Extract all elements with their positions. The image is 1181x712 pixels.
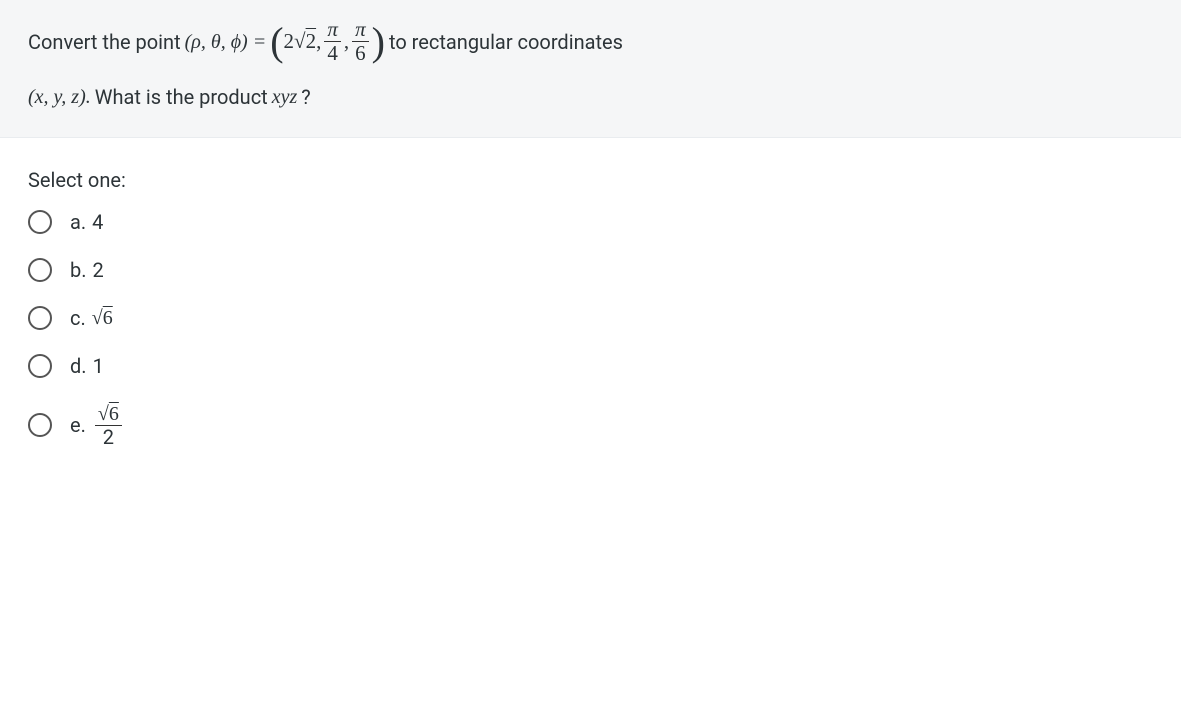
option-e-sqrt-arg: 6 [109, 403, 119, 425]
option-e-frac: √6 2 [95, 402, 122, 448]
theta-den: 4 [324, 42, 341, 65]
comma-1: , [316, 25, 321, 59]
option-c-letter: c. [70, 306, 86, 330]
line-break [28, 69, 1153, 77]
option-a-letter: a. [70, 210, 86, 234]
option-c-sqrt: √6 [92, 307, 113, 330]
option-c[interactable]: c. √6 [28, 306, 1153, 330]
question-tail: What is the product [95, 81, 268, 113]
option-d-letter: d. [70, 354, 87, 378]
tuple-lhs: (ρ, θ, ϕ) = [185, 26, 267, 58]
option-a-value: 4 [92, 210, 103, 234]
sqrt-arg: 2 [306, 29, 317, 53]
comma-2: , [344, 25, 349, 59]
rho-value: 2√2 [284, 25, 317, 59]
question-mid: to rectangular coordinates [389, 26, 623, 58]
option-b-label: b. 2 [70, 258, 104, 282]
phi-num: π [352, 18, 369, 42]
answer-section: Select one: a. 4 b. 2 c. √6 [0, 138, 1181, 478]
question-text: Convert the point (ρ, θ, ϕ) = ( 2√2 , π … [28, 18, 1153, 113]
rect-coords: (x, y, z). [28, 81, 91, 113]
option-c-sqrt-arg: 6 [103, 307, 113, 329]
phi-frac: π 6 [352, 18, 369, 65]
tuple-rhs: ( 2√2 , π 4 , π 6 ) [270, 18, 385, 65]
question-mark: ? [301, 81, 310, 113]
radio-b[interactable] [28, 258, 52, 282]
rho-coeff: 2 [284, 29, 295, 53]
question-prefix: Convert the point [28, 26, 181, 58]
option-b-letter: b. [70, 258, 87, 282]
option-c-label: c. √6 [70, 306, 113, 330]
option-b-value: 2 [93, 258, 104, 282]
radio-c[interactable] [28, 306, 52, 330]
question-box: Convert the point (ρ, θ, ϕ) = ( 2√2 , π … [0, 0, 1181, 138]
option-b[interactable]: b. 2 [28, 258, 1153, 282]
option-e-num: √6 [95, 402, 122, 426]
option-a[interactable]: a. 4 [28, 210, 1153, 234]
option-d-value: 1 [93, 354, 104, 378]
option-e-letter: e. [70, 413, 86, 437]
sqrt-symbol: √ [294, 29, 306, 53]
radio-d[interactable] [28, 354, 52, 378]
product-var: xyz [272, 81, 298, 113]
select-one-label: Select one: [28, 168, 1153, 192]
option-d[interactable]: d. 1 [28, 354, 1153, 378]
radio-e[interactable] [28, 413, 52, 437]
option-e-label: e. √6 2 [70, 402, 125, 448]
radio-a[interactable] [28, 210, 52, 234]
options-list: a. 4 b. 2 c. √6 d. 1 [28, 210, 1153, 448]
option-a-label: a. 4 [70, 210, 103, 234]
option-e-den: 2 [100, 426, 117, 448]
theta-num: π [324, 18, 341, 42]
theta-frac: π 4 [324, 18, 341, 65]
option-d-label: d. 1 [70, 354, 104, 378]
option-e[interactable]: e. √6 2 [28, 402, 1153, 448]
phi-den: 6 [352, 42, 369, 65]
